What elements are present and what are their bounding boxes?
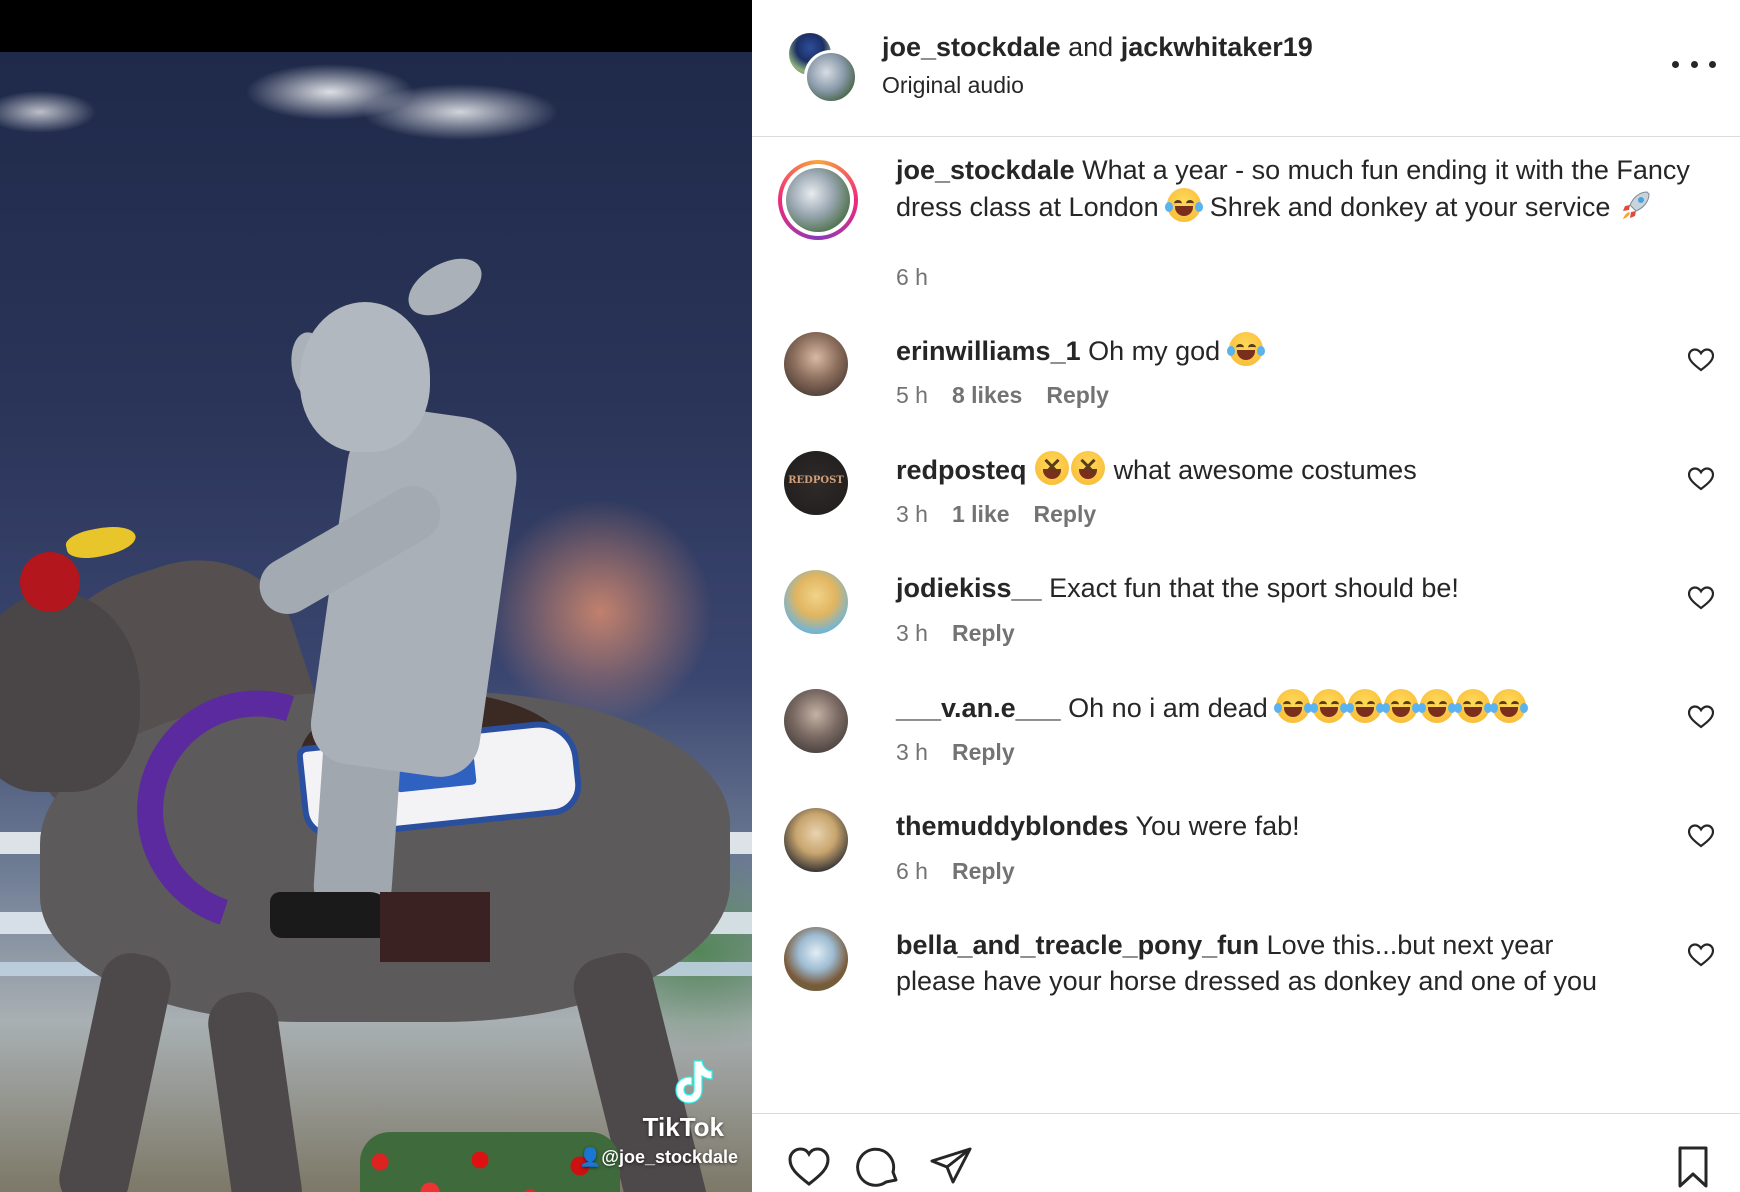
likes-count[interactable]: 8 likes (952, 382, 1022, 409)
author-link[interactable]: jackwhitaker19 (1121, 32, 1313, 62)
avatar[interactable] (784, 570, 848, 634)
joy-emoji-icon (1165, 188, 1204, 222)
timestamp: 3 h (896, 739, 928, 765)
joy-emoji-icon (1274, 689, 1313, 723)
comment-text: ___v.an.e___ Oh no i am dead (896, 689, 1529, 726)
avatar[interactable] (784, 689, 848, 753)
comment-text: bella_and_treacle_pony_fun Love this...b… (896, 927, 1616, 999)
comment-body: You were fab! (1135, 811, 1300, 841)
caption-text: joe_stockdale What a year - so much fun … (896, 152, 1696, 225)
comment-username[interactable]: themuddyblondes (896, 811, 1129, 841)
comment-meta: 3 h Reply (896, 739, 1015, 766)
tiktok-watermark: TikTok 👤@joe_stockdale (579, 1057, 738, 1168)
comment-username[interactable]: ___v.an.e___ (896, 693, 1061, 723)
comment-icon[interactable] (856, 1144, 902, 1190)
horse-patch (380, 892, 490, 962)
comment-text: erinwilliams_1 Oh my god (896, 332, 1265, 369)
reply-button[interactable]: Reply (952, 858, 1015, 885)
timestamp: 3 h (896, 501, 928, 527)
comment-body: Exact fun that the sport should be! (1049, 573, 1459, 603)
timestamp: 6 h (896, 264, 928, 290)
timestamp: 6 h (896, 858, 928, 884)
comment-meta: 3 h Reply (896, 620, 1015, 647)
rider-donkey-head (300, 302, 430, 452)
grinning-squinting-emoji-icon (1035, 451, 1070, 485)
avatar[interactable] (784, 808, 848, 872)
tiktok-brand-label: TikTok (642, 1112, 724, 1142)
comment-username[interactable]: erinwilliams_1 (896, 336, 1081, 366)
avatar (786, 168, 850, 232)
reply-button[interactable]: Reply (952, 739, 1015, 766)
costume-ear (398, 247, 492, 327)
comment-meta: 5 h 8 likes Reply (896, 382, 1109, 409)
rider-boot (270, 892, 390, 938)
video-frame (0, 52, 752, 1192)
comment-body: Oh my god (1088, 336, 1221, 366)
avatar[interactable] (784, 332, 848, 396)
likes-count[interactable]: 1 like (952, 501, 1010, 528)
story-ring-avatar[interactable] (778, 160, 858, 240)
red-bow (20, 552, 80, 612)
joy-emoji-icon (1418, 689, 1457, 723)
emoji-row (1274, 689, 1529, 723)
post-actions-bar (752, 1113, 1740, 1192)
yellow-ribbon (63, 521, 139, 563)
heart-icon[interactable] (1687, 467, 1715, 491)
share-icon[interactable] (928, 1144, 974, 1190)
rocket-emoji-icon (1619, 188, 1653, 222)
comment-body: what awesome costumes (1113, 455, 1417, 485)
caption-meta: 6 h (896, 264, 928, 291)
reply-button[interactable]: Reply (1034, 501, 1097, 528)
post-header: joe_stockdale and jackwhitaker19 Origina… (752, 0, 1740, 137)
person-icon: 👤 (578, 1147, 602, 1167)
avatar-logo-text: REDPOST (788, 475, 844, 486)
comment-text: themuddyblondes You were fab! (896, 808, 1300, 844)
grinning-squinting-emoji-icon (1071, 451, 1106, 485)
avatar[interactable] (784, 927, 848, 991)
joy-emoji-icon (1454, 689, 1493, 723)
comments-list[interactable]: joe_stockdale What a year - so much fun … (752, 138, 1740, 1113)
tiktok-logo-icon (670, 1057, 714, 1105)
post-authors: joe_stockdale and jackwhitaker19 (882, 32, 1313, 63)
comment-meta: 6 h Reply (896, 858, 1015, 885)
audio-link[interactable]: Original audio (882, 72, 1024, 99)
comment-username[interactable]: bella_and_treacle_pony_fun (896, 930, 1259, 960)
comment-username[interactable]: jodiekiss__ (896, 573, 1042, 603)
horse-leg (53, 947, 177, 1192)
heart-icon[interactable] (1687, 586, 1715, 610)
joy-emoji-icon (1346, 689, 1385, 723)
author-joiner: and (1068, 32, 1114, 62)
avatar[interactable] (804, 50, 858, 104)
caption-body: Shrek and donkey at your service (1209, 192, 1611, 222)
post-panel: joe_stockdale and jackwhitaker19 Origina… (752, 0, 1740, 1192)
comment-text: redposteq what awesome costumes (896, 451, 1417, 488)
joy-emoji-icon (1382, 689, 1421, 723)
tiktok-handle: 👤@joe_stockdale (579, 1147, 738, 1168)
collab-avatars[interactable] (786, 30, 858, 104)
timestamp: 5 h (896, 382, 928, 408)
bookmark-icon[interactable] (1670, 1144, 1716, 1190)
comment-body: Oh no i am dead (1068, 693, 1268, 723)
heart-icon[interactable] (1687, 824, 1715, 848)
comment-text: jodiekiss__ Exact fun that the sport sho… (896, 570, 1459, 606)
reply-button[interactable]: Reply (1046, 382, 1109, 409)
joy-emoji-icon (1226, 332, 1265, 366)
reel-video[interactable]: TikTok 👤@joe_stockdale (0, 0, 752, 1192)
caption-username[interactable]: joe_stockdale (896, 155, 1075, 185)
joy-emoji-icon (1310, 689, 1349, 723)
comment-meta: 3 h 1 like Reply (896, 501, 1096, 528)
heart-icon[interactable] (1687, 348, 1715, 372)
joy-emoji-icon (1490, 689, 1529, 723)
more-icon[interactable] (1672, 52, 1716, 76)
timestamp: 3 h (896, 620, 928, 646)
tiktok-handle-text: @joe_stockdale (601, 1147, 738, 1167)
heart-icon[interactable] (1687, 705, 1715, 729)
heart-icon[interactable] (1687, 943, 1715, 967)
video-top-bar (0, 0, 752, 52)
comment-username[interactable]: redposteq (896, 455, 1027, 485)
reply-button[interactable]: Reply (952, 620, 1015, 647)
avatar[interactable]: REDPOST (784, 451, 848, 515)
author-link[interactable]: joe_stockdale (882, 32, 1061, 62)
heart-icon[interactable] (786, 1144, 832, 1190)
